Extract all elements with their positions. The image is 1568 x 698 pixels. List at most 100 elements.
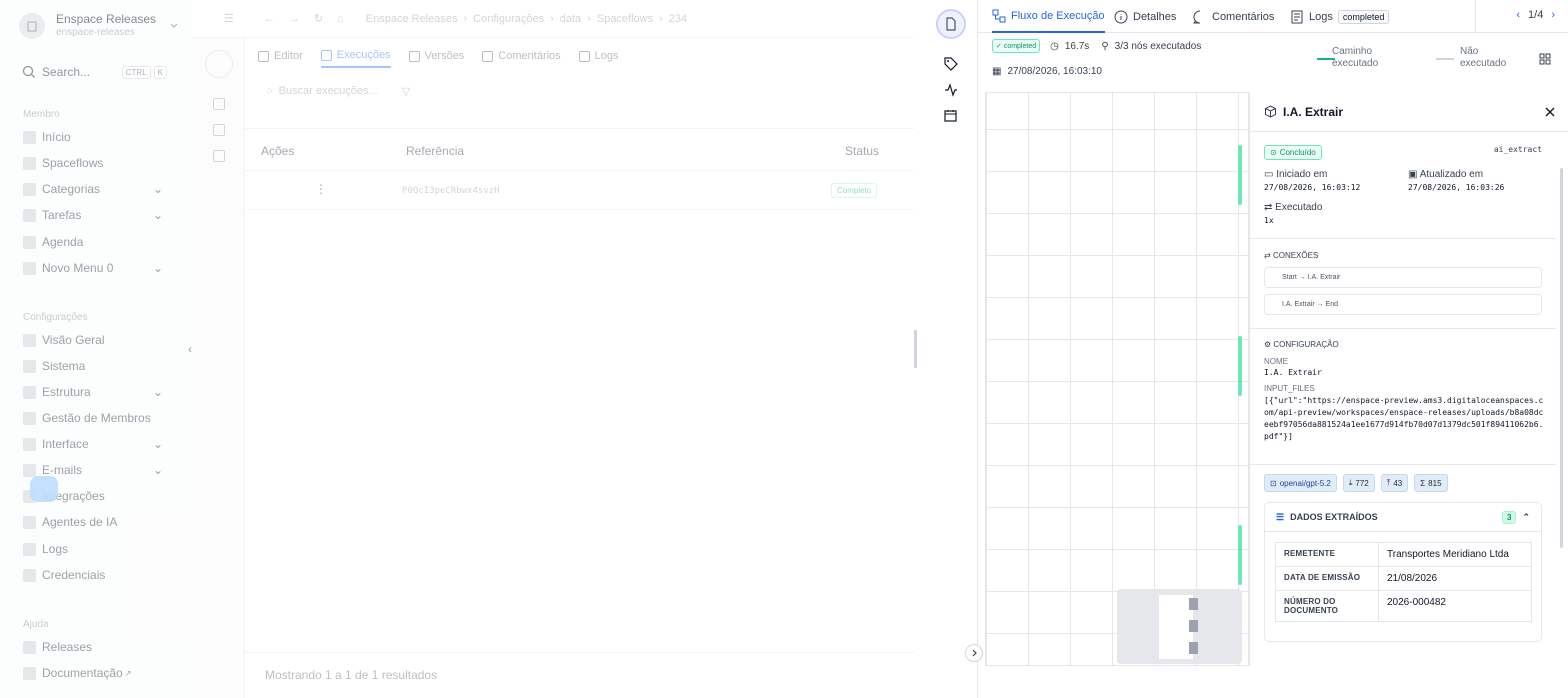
col-referencia[interactable]: Referência bbox=[406, 144, 464, 158]
config-title: ⚙ CONFIGURAÇÃO bbox=[1264, 340, 1542, 349]
calendar-icon[interactable] bbox=[213, 150, 225, 162]
breadcrumb-item[interactable]: Spaceflows bbox=[597, 13, 653, 25]
nav-credenciais[interactable]: Credenciais bbox=[23, 566, 163, 584]
logs-icon bbox=[578, 50, 590, 62]
tokens-total-chip: Σ 815 bbox=[1414, 474, 1448, 492]
chevron-right-icon[interactable]: › bbox=[1551, 9, 1555, 21]
tab-execucoes[interactable]: Execuções bbox=[320, 44, 391, 68]
execution-date: 27/08/2026, 16:03:10 bbox=[1007, 66, 1102, 77]
back-icon[interactable]: ← bbox=[264, 13, 275, 25]
nav-label: E-mails bbox=[42, 463, 83, 477]
tab-label: Comentários bbox=[1212, 10, 1275, 23]
palette-icon bbox=[23, 437, 36, 451]
section-membro: Membro bbox=[23, 109, 60, 120]
nav-agenda[interactable]: Agenda bbox=[23, 233, 163, 251]
grid-layout-icon[interactable] bbox=[1539, 53, 1551, 65]
tag-icon[interactable] bbox=[944, 57, 958, 71]
nav-logs[interactable]: Logs bbox=[23, 540, 163, 558]
minimap-viewport bbox=[1159, 595, 1193, 659]
calendar-icon: ▣ bbox=[1408, 169, 1418, 180]
minimap[interactable] bbox=[1117, 589, 1242, 664]
nav-visao-geral[interactable]: Visão Geral bbox=[23, 331, 163, 349]
field-key: NÚMERO DO DOCUMENTO bbox=[1275, 590, 1379, 622]
nav-interface[interactable]: Interface ⌄ bbox=[23, 435, 163, 453]
nav-inicio[interactable]: Início bbox=[23, 128, 163, 146]
legend-executed: Caminho executado bbox=[1317, 46, 1427, 70]
tag-icon[interactable] bbox=[213, 98, 225, 110]
chat-bot-button[interactable] bbox=[30, 476, 58, 502]
name-value: I.A. Extrair bbox=[1264, 368, 1322, 377]
nav-tarefas[interactable]: Tarefas ⌄ bbox=[23, 206, 163, 224]
chevron-down-icon: ⌄ bbox=[152, 463, 163, 477]
connections-title-text: CONEXÕES bbox=[1272, 251, 1319, 260]
nav-spaceflows[interactable]: Spaceflows bbox=[23, 154, 163, 172]
tab-logs[interactable]: Logs bbox=[578, 44, 619, 68]
tab-comentarios[interactable]: Comentários bbox=[482, 44, 561, 68]
divider bbox=[1475, 0, 1476, 33]
close-icon[interactable] bbox=[1545, 107, 1555, 117]
connection-item[interactable]: Start → I.A. Extrair bbox=[1264, 267, 1542, 288]
scrollbar[interactable] bbox=[1560, 168, 1563, 548]
document-icon[interactable] bbox=[936, 9, 966, 39]
field-key: REMETENTE bbox=[1275, 542, 1379, 567]
nav-label: Releases bbox=[42, 640, 93, 654]
breadcrumb-item[interactable]: data bbox=[560, 13, 581, 25]
col-status[interactable]: Status bbox=[845, 144, 879, 158]
tab-editor[interactable]: Editor bbox=[258, 44, 303, 68]
chevron-down-icon: ⌄ bbox=[152, 208, 163, 222]
tab-fluxo-execucao[interactable]: Fluxo de Execução bbox=[992, 0, 1105, 33]
executions-search-input[interactable]: ○ Buscar execuções... ▽ bbox=[266, 82, 421, 100]
flow-canvas[interactable] bbox=[985, 92, 1249, 666]
nav-agentes-ia[interactable]: Agentes de IA bbox=[23, 513, 163, 531]
tab-comentarios[interactable]: Comentários bbox=[1193, 0, 1274, 33]
bolt-icon[interactable] bbox=[213, 124, 225, 136]
nav-gestao-membros[interactable]: Gestão de Membros bbox=[23, 409, 163, 427]
updated-block: ▣ Atualizado em 27/08/2026, 16:03:26 bbox=[1408, 169, 1548, 192]
nav-novo-menu[interactable]: Novo Menu 0 ⌄ bbox=[23, 259, 163, 277]
executions-page: ☰ ← → ↻ ⌂ Enspace Releases › Configuraçõ… bbox=[192, 0, 914, 698]
minimap-node bbox=[1189, 598, 1198, 610]
resize-handle[interactable] bbox=[914, 330, 917, 368]
flow-node-edge[interactable] bbox=[1238, 145, 1242, 205]
flow-node-edge[interactable] bbox=[1238, 525, 1242, 585]
forward-icon[interactable]: → bbox=[289, 13, 300, 25]
chevron-left-icon[interactable]: ‹ bbox=[1516, 9, 1520, 21]
calendar-icon bbox=[23, 235, 36, 249]
breadcrumb-item[interactable]: Configurações bbox=[473, 13, 544, 25]
comment-icon bbox=[1193, 10, 1201, 23]
calendar-plus-icon[interactable] bbox=[944, 109, 958, 123]
nav-releases[interactable]: Releases bbox=[23, 638, 163, 656]
kbd-ctrl: CTRL bbox=[121, 65, 151, 79]
filter-icon[interactable]: ▽ bbox=[402, 85, 410, 98]
tab-label: Detalhes bbox=[1133, 10, 1177, 23]
workspace-switcher[interactable]: Enspace Releases enspace-releases bbox=[19, 12, 179, 40]
nav-label: Início bbox=[42, 130, 71, 144]
connection-item[interactable]: I.A. Extrair → End bbox=[1264, 294, 1542, 315]
tab-versoes[interactable]: Versões bbox=[408, 44, 464, 68]
nav-categorias[interactable]: Categorias ⌄ bbox=[23, 180, 163, 198]
breadcrumb-item[interactable]: Enspace Releases bbox=[366, 13, 458, 25]
refresh-icon[interactable]: ↻ bbox=[314, 12, 323, 25]
tab-logs[interactable]: Logs completed bbox=[1290, 0, 1390, 33]
nav-label: Sistema bbox=[42, 359, 86, 373]
extracted-data-header[interactable]: ☰ DADOS EXTRAÍDOS 3 ⌃ bbox=[1265, 503, 1541, 532]
breadcrumb-item[interactable]: 234 bbox=[669, 13, 687, 25]
divider bbox=[1250, 328, 1556, 329]
home-icon[interactable]: ⌂ bbox=[337, 13, 344, 25]
flow-node-edge[interactable] bbox=[1238, 336, 1242, 396]
table-row[interactable]: ⋮ P0QcI3peCRbwx4svzH Completo bbox=[245, 172, 914, 210]
sidebar-toggle-icon[interactable]: ☰ bbox=[224, 12, 234, 25]
tab-detalhes[interactable]: Detalhes bbox=[1114, 0, 1176, 33]
row-actions-icon[interactable]: ⋮ bbox=[315, 182, 327, 196]
execution-meta: ✓ completed ◷ 16.7s ⚲ 3/3 nós executados bbox=[992, 39, 1201, 53]
document-icon[interactable] bbox=[205, 50, 233, 78]
nav-documentacao[interactable]: Documentação ↗ bbox=[23, 664, 163, 682]
search-input[interactable]: Search... CTRL K bbox=[22, 63, 167, 81]
nav-sistema[interactable]: Sistema bbox=[23, 357, 163, 375]
nodes-executed: 3/3 nós executados bbox=[1114, 40, 1202, 52]
expand-panel-icon[interactable] bbox=[965, 644, 983, 662]
chevron-up-icon[interactable]: ⌃ bbox=[1522, 512, 1530, 523]
activity-icon[interactable] bbox=[944, 83, 958, 97]
nav-estrutura[interactable]: Estrutura ⌄ bbox=[23, 383, 163, 401]
tokens-out: 43 bbox=[1393, 478, 1403, 488]
